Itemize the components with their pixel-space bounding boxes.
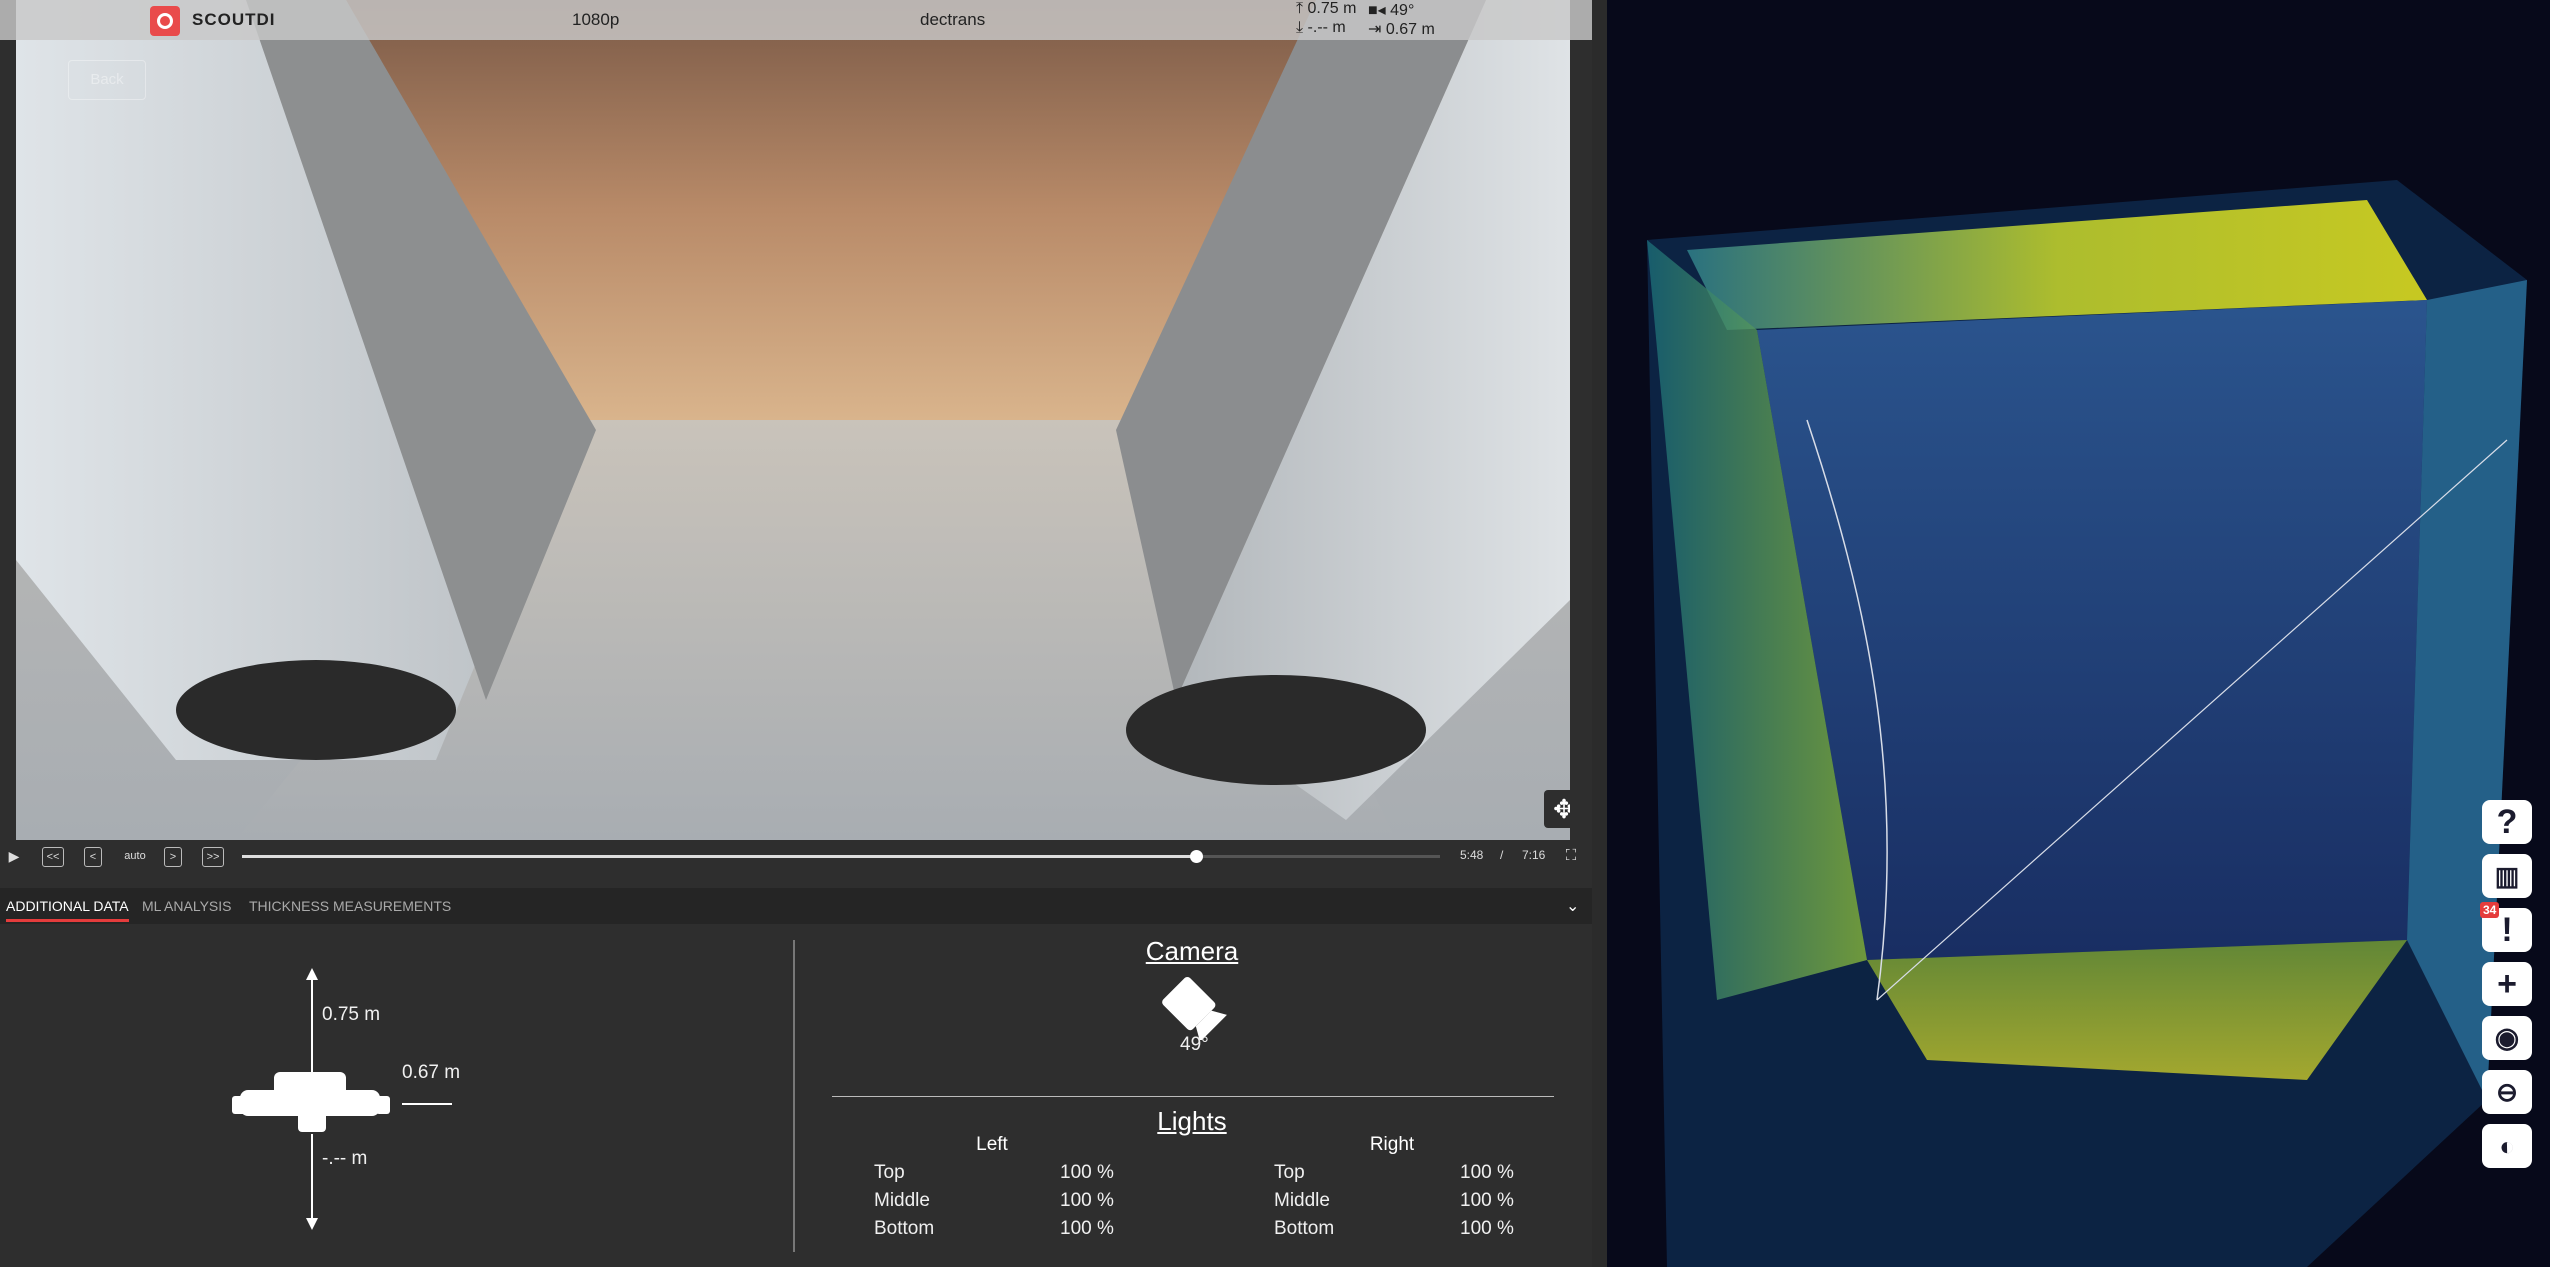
section-divider [832, 1096, 1554, 1097]
tab-additional-data[interactable]: ADDITIONAL DATA [6, 898, 129, 922]
alerts-exclamation: ! [2501, 911, 2513, 949]
arrow-right-icon: ⇥ [1368, 21, 1382, 38]
playback-controls: ▶ << < auto > >> 5:48 / 7:16 ⛶ [0, 840, 1592, 872]
video-scene [16, 0, 1570, 840]
progress-slider[interactable] [242, 850, 1440, 863]
time-separator: / [1500, 848, 1504, 862]
user-label: dectrans [920, 10, 986, 29]
current-time: 5:48 [1460, 848, 1484, 862]
logo-text: SCOUTDI [192, 10, 276, 29]
lights-heading: Lights [1157, 1106, 1227, 1136]
up-distance-value: 0.75 m [1307, 0, 1357, 17]
resolution-label: 1080p [572, 10, 620, 29]
light-right-top-label: Top [1274, 1162, 1305, 1183]
toggle-icon[interactable]: ◐ [2482, 1124, 2532, 1168]
scoutdi-logo-icon [150, 6, 180, 36]
alerts-icon[interactable]: ! 34 [2480, 902, 2532, 952]
light-left-middle-value: 100 % [1060, 1190, 1114, 1211]
status-bar: SCOUTDI 1080p dectrans ⤒ 0.75 m ■◂ 49° ⤓… [0, 0, 1592, 40]
data-tabs: ADDITIONAL DATA ML ANALYSIS THICKNESS ME… [0, 888, 1592, 924]
map-icon[interactable]: ▥ [2482, 854, 2532, 898]
distance-forward-label: 0.67 m [402, 1062, 461, 1083]
move-icon[interactable]: ✥ [1544, 790, 1570, 828]
light-right-top-value: 100 % [1460, 1162, 1514, 1183]
distance-down-label: -.-- m [322, 1148, 368, 1169]
light-left-bottom-value: 100 % [1060, 1218, 1114, 1239]
light-left-top-value: 100 % [1060, 1162, 1114, 1183]
additional-data-panel: 0.75 m 0.67 m -.-- m Camera 49° Lights L… [0, 924, 1592, 1267]
video-frame[interactable]: Back ✥ [16, 0, 1570, 840]
rewind-button[interactable]: << [42, 847, 64, 867]
eye-icon[interactable]: ◉ [2482, 1016, 2532, 1060]
forward-distance-value: 0.67 m [1385, 21, 1435, 38]
speed-selector[interactable]: auto [118, 847, 152, 865]
light-right-bottom-value: 100 % [1460, 1218, 1514, 1239]
progress-fill [242, 855, 1196, 858]
camera-heading: Camera [1145, 936, 1239, 966]
down-distance-value: -.-- m [1307, 19, 1346, 36]
measure-icon[interactable]: ⊖ [2482, 1070, 2532, 1114]
point-cloud-scene [1607, 0, 2550, 1267]
camera-angle-icon [1162, 976, 1227, 1040]
status-camera-angle: ■◂ 49° [1368, 0, 1414, 20]
camera-icon: ■◂ [1368, 2, 1386, 19]
light-right-middle-value: 100 % [1460, 1190, 1514, 1211]
progress-knob[interactable] [1190, 850, 1203, 863]
help-icon[interactable]: ? [2482, 800, 2532, 844]
arrow-up-icon: ⤒ [1296, 0, 1304, 17]
tab-ml-analysis[interactable]: ML ANALYSIS [142, 898, 231, 914]
add-icon[interactable]: + [2482, 962, 2532, 1006]
light-left-top-label: Top [874, 1162, 905, 1183]
alerts-badge: 34 [2480, 902, 2500, 918]
panel-divider [793, 940, 795, 1252]
light-left-bottom-label: Bottom [874, 1218, 935, 1239]
distance-up-label: 0.75 m [322, 1004, 381, 1025]
status-up-distance: ⤒ 0.75 m [1296, 0, 1356, 18]
step-forward-button[interactable]: > [164, 847, 182, 867]
point-cloud-viewer[interactable] [1607, 0, 2550, 1267]
light-left-middle-label: Middle [874, 1190, 930, 1211]
back-button[interactable]: Back [68, 60, 146, 100]
camera-angle-value: 49° [1180, 1034, 1209, 1055]
tab-thickness-measurements[interactable]: THICKNESS MEASUREMENTS [249, 898, 451, 914]
chevron-down-icon[interactable]: ⌄ [1566, 896, 1579, 916]
light-right-bottom-label: Bottom [1274, 1218, 1335, 1239]
arrow-down-icon: ⤓ [1296, 19, 1304, 36]
light-right-middle-label: Middle [1274, 1190, 1330, 1211]
status-forward-distance: ⇥ 0.67 m [1368, 19, 1435, 39]
step-back-button[interactable]: < [84, 847, 102, 867]
fast-forward-button[interactable]: >> [202, 847, 224, 867]
status-down-distance: ⤓ -.-- m [1296, 19, 1346, 37]
camera-angle-value: 49° [1390, 2, 1415, 19]
lights-right-label: Right [1369, 1134, 1415, 1155]
fullscreen-icon[interactable]: ⛶ [1562, 847, 1580, 865]
drone-icon [232, 1072, 390, 1132]
lights-left-label: Left [976, 1134, 1008, 1155]
inspection-viewer: Back ✥ SCOUTDI 1080p dectrans ⤒ 0.75 m ■… [0, 0, 1592, 1267]
play-icon[interactable]: ▶ [6, 847, 22, 865]
total-time: 7:16 [1522, 848, 1546, 862]
